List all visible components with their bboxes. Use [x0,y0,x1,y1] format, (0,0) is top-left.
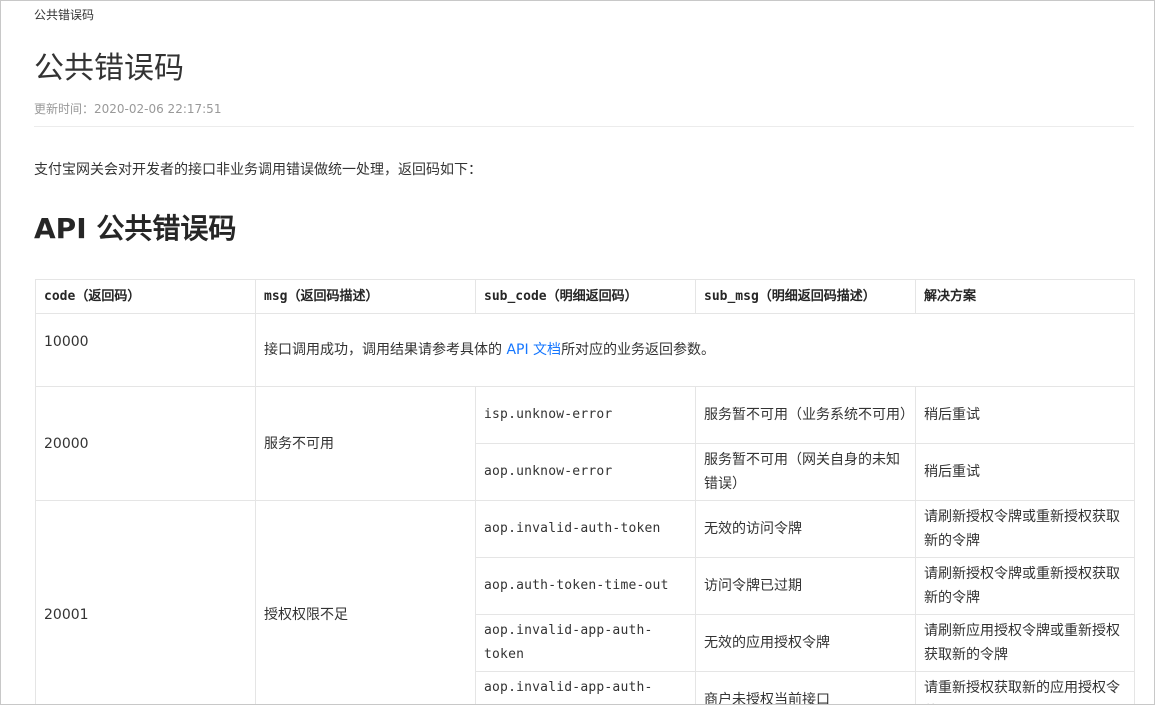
sub-msg-cell: 商户未授权当前接口 [695,671,916,704]
document-frame: 公共错误码 公共错误码 更新时间：2020-02-06 22:17:51 支付宝… [0,0,1155,705]
sub-code-cell: aop.invalid-auth-token [475,500,696,558]
sub-msg-cell: 无效的访问令牌 [695,500,916,558]
solution-cell: 稍后重试 [915,443,1135,501]
code-cell: 10000 [35,313,256,387]
msg-cell: 服务不可用 [255,386,476,501]
header-msg-desc: （返回码描述） [287,288,379,304]
success-message-cell: 接口调用成功，调用结果请参考具体的 API 文档所对应的业务返回参数。 [255,313,1135,387]
header-solution: 解决方案 [915,279,1135,314]
solution-cell: 请刷新应用授权令牌或重新授权获取新的令牌 [915,614,1135,672]
sub-msg-cell: 服务暂不可用（业务系统不可用） [695,386,916,444]
code-cell: 20001 [35,500,256,704]
sub-code-cell: aop.unknow-error [475,443,696,501]
sub-msg-cell: 服务暂不可用（网关自身的未知错误） [695,443,916,501]
page-title: 公共错误码 [34,51,184,86]
sub-code-cell: aop.invalid-app-auth-token [475,614,696,672]
code-cell: 20000 [35,386,256,501]
solution-cell: 请重新授权获取新的应用授权令牌 [915,671,1135,704]
solution-cell: 请刷新授权令牌或重新授权获取新的令牌 [915,500,1135,558]
header-sub-code: sub_code（明细返回码） [475,279,696,314]
solution-cell: 稍后重试 [915,386,1135,444]
header-divider [34,126,1134,127]
header-sub-msg: sub_msg（明细返回码描述） [695,279,916,314]
header-sub-code-desc: （明细返回码） [546,288,638,304]
error-code-table: code（返回码） msg（返回码描述） sub_code（明细返回码） sub… [35,279,1135,704]
sub-code-cell: isp.unknow-error [475,386,696,444]
page-breadcrumb: 公共错误码 [34,8,95,22]
header-sub-msg-key: sub_msg [704,288,759,304]
table-row: 10000 接口调用成功，调用结果请参考具体的 API 文档所对应的业务返回参数… [35,313,1135,387]
updated-timestamp: 更新时间：2020-02-06 22:17:51 [34,102,222,116]
table-row: 20000 服务不可用 isp.unknow-error 服务暂不可用（业务系统… [35,386,1135,501]
solution-cell: 请刷新授权令牌或重新授权获取新的令牌 [915,557,1135,615]
msg-cell: 授权权限不足 [255,500,476,704]
api-doc-link[interactable]: API 文档 [506,342,561,358]
sub-msg-cell: 访问令牌已过期 [695,557,916,615]
header-code-key: code [44,288,76,304]
success-msg-prefix: 接口调用成功，调用结果请参考具体的 [264,342,507,358]
success-msg-suffix: 所对应的业务返回参数。 [561,342,716,358]
header-code: code（返回码） [35,279,256,314]
sub-msg-cell: 无效的应用授权令牌 [695,614,916,672]
header-msg: msg（返回码描述） [255,279,476,314]
table-header-row: code（返回码） msg（返回码描述） sub_code（明细返回码） sub… [35,279,1135,314]
sub-code-cell: aop.auth-token-time-out [475,557,696,615]
header-msg-key: msg [264,288,288,304]
header-code-desc: （返回码） [75,288,141,304]
header-sub-code-key: sub_code [484,288,547,304]
header-sub-msg-desc: （明细返回码描述） [758,288,876,304]
sub-code-cell: aop.invalid-app-auth-token-no-api [475,671,696,704]
intro-paragraph: 支付宝网关会对开发者的接口非业务调用错误做统一处理，返回码如下： [34,162,482,178]
section-title: API 公共错误码 [34,212,237,245]
header-solution-desc: 解决方案 [924,288,977,304]
table-row: 20001 授权权限不足 aop.invalid-auth-token 无效的访… [35,500,1135,704]
